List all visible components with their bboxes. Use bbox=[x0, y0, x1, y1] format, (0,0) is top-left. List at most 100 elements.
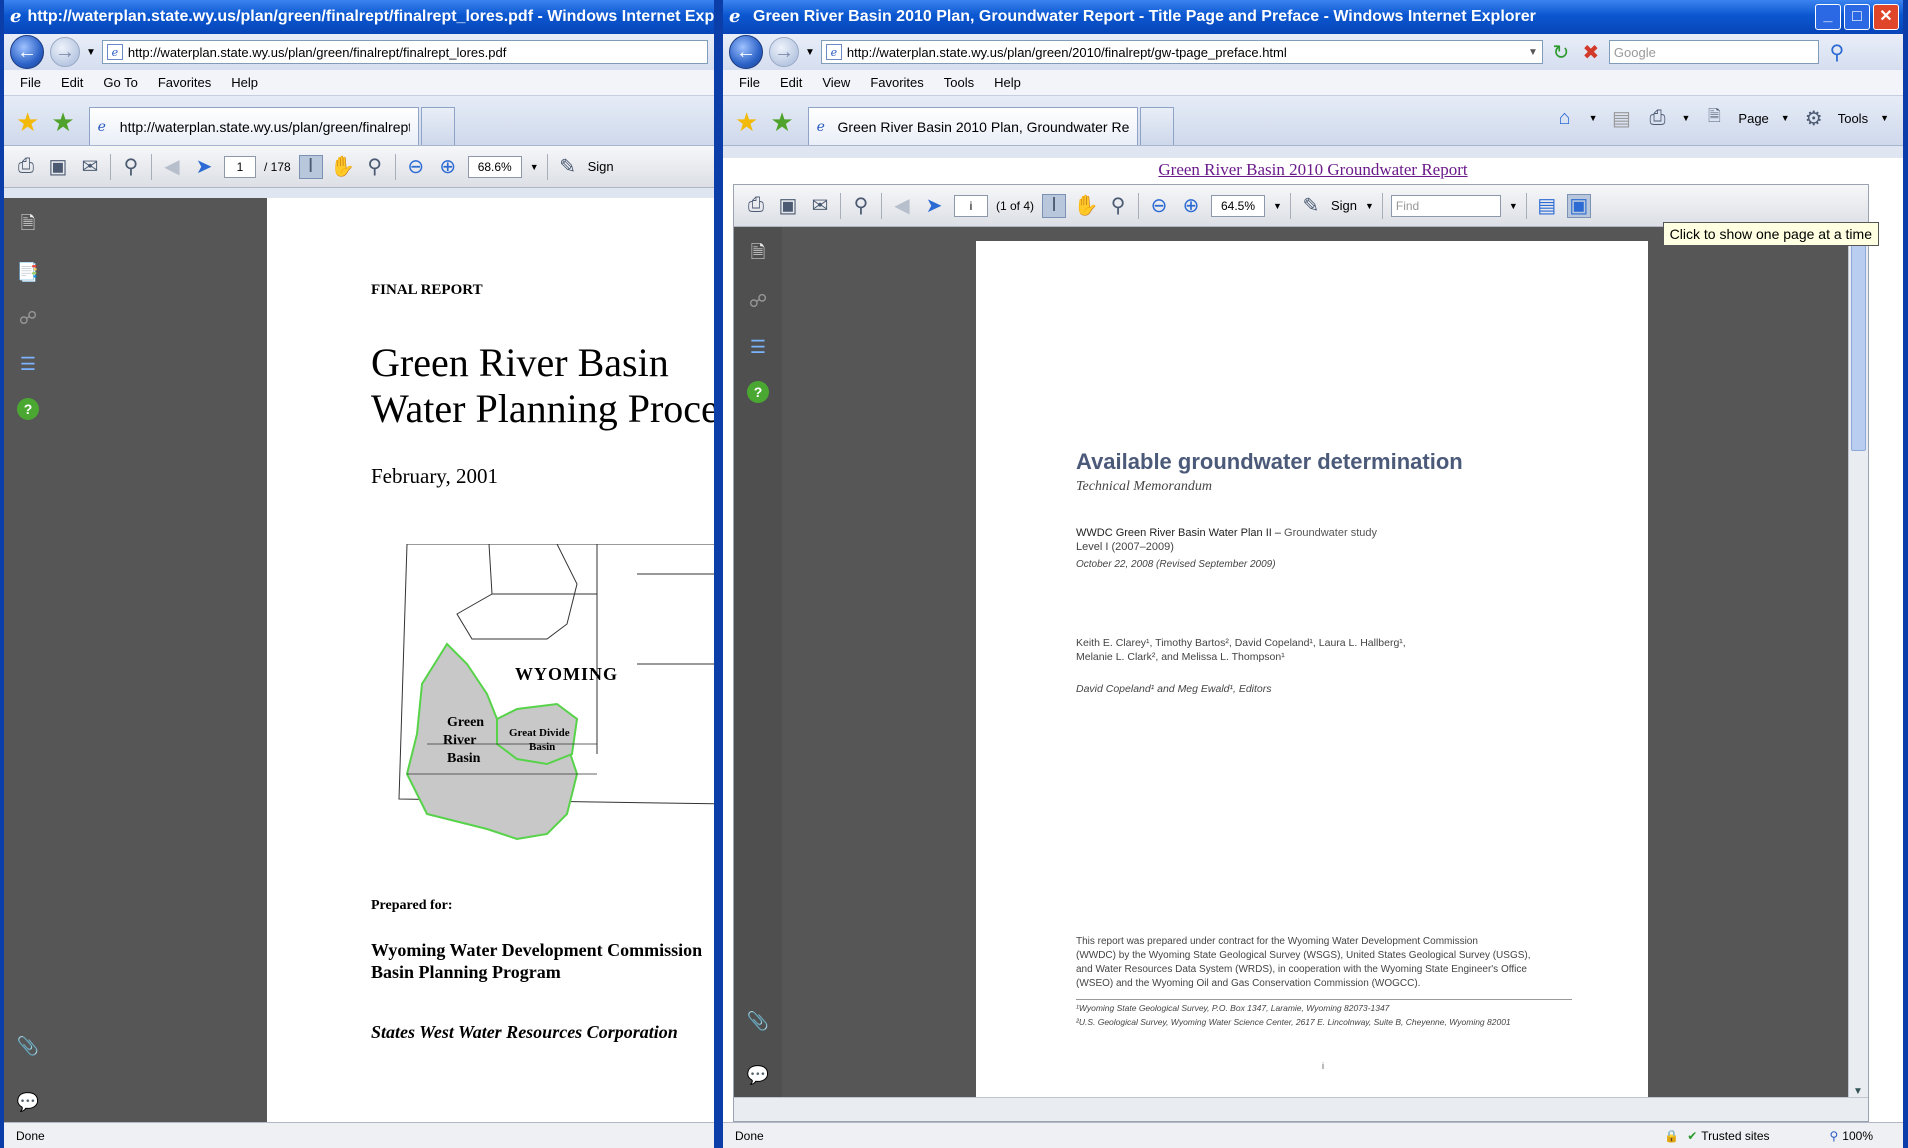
scroll-down-arrow-icon[interactable]: ▼ bbox=[1853, 1086, 1863, 1097]
attachments-icon[interactable]: 📎 bbox=[746, 1009, 770, 1033]
security-zone[interactable]: Trusted sites bbox=[1701, 1129, 1769, 1143]
report-link[interactable]: Green River Basin 2010 Groundwater Repor… bbox=[1158, 160, 1467, 179]
sign-pen-icon[interactable]: ✎ bbox=[556, 155, 580, 179]
menu-goto[interactable]: Go To bbox=[103, 75, 137, 90]
pages-icon[interactable]: 🗎 bbox=[746, 242, 770, 267]
left-active-tab[interactable]: e http://waterplan.state.wy.us/plan/green… bbox=[88, 107, 419, 145]
save-icon[interactable]: ▣ bbox=[46, 155, 70, 179]
minimize-button[interactable]: _ bbox=[1815, 4, 1841, 30]
search-tool-icon[interactable]: ⚲ bbox=[849, 194, 873, 218]
zoom-in-icon[interactable]: ⊕ bbox=[1179, 194, 1203, 218]
back-button[interactable]: ← bbox=[10, 35, 44, 69]
left-url-input[interactable]: e http://waterplan.state.wy.us/plan/green… bbox=[101, 40, 708, 64]
right-page-number-input[interactable]: i bbox=[954, 194, 988, 217]
signatures-icon[interactable]: ☍ bbox=[746, 289, 770, 313]
bookmarks-icon[interactable]: 📑 bbox=[16, 260, 40, 284]
next-page-icon[interactable]: ➤ bbox=[192, 155, 216, 179]
page-menu-button[interactable]: Page bbox=[1738, 111, 1768, 126]
fit-page-icon[interactable]: ▣ bbox=[1566, 193, 1591, 218]
find-input[interactable]: Find bbox=[1390, 194, 1501, 217]
forward-button[interactable]: → bbox=[50, 37, 80, 67]
url-dropdown-icon[interactable]: ▼ bbox=[1528, 47, 1538, 58]
print-dropdown-icon[interactable]: ▼ bbox=[1682, 113, 1691, 123]
page-dropdown-icon[interactable]: ▼ bbox=[1781, 113, 1790, 123]
signatures-icon[interactable]: ☍ bbox=[16, 306, 40, 330]
home-icon[interactable]: ⌂ bbox=[1553, 106, 1577, 130]
layers-icon[interactable]: ☰ bbox=[746, 335, 770, 359]
help-icon[interactable]: ? bbox=[17, 398, 39, 420]
maximize-button[interactable]: □ bbox=[1844, 4, 1870, 30]
print-icon[interactable]: ⎙ bbox=[1646, 106, 1670, 130]
left-sign-button[interactable]: Sign bbox=[588, 159, 614, 174]
menu-file[interactable]: File bbox=[20, 75, 41, 90]
previous-page-icon[interactable]: ◀ bbox=[890, 194, 914, 218]
comments-icon[interactable]: 💬 bbox=[746, 1063, 770, 1087]
add-favorites-icon[interactable]: ★ bbox=[770, 109, 793, 135]
new-tab-button[interactable] bbox=[420, 107, 455, 145]
search-input[interactable]: Google bbox=[1608, 40, 1819, 64]
zoom-tool-icon[interactable]: ⚲ bbox=[363, 155, 387, 179]
forward-button[interactable]: → bbox=[769, 37, 799, 67]
menu-favorites[interactable]: Favorites bbox=[870, 75, 923, 90]
tools-gear-icon[interactable]: ⚙ bbox=[1802, 106, 1826, 130]
menu-favorites[interactable]: Favorites bbox=[158, 75, 211, 90]
tools-dropdown-icon[interactable]: ▼ bbox=[1880, 113, 1889, 123]
left-zoom-input[interactable]: 68.6% bbox=[467, 155, 522, 178]
right-url-input[interactable]: e http://waterplan.state.wy.us/plan/green… bbox=[820, 40, 1543, 64]
new-tab-button[interactable] bbox=[1139, 107, 1174, 145]
zoom-in-icon[interactable]: ⊕ bbox=[436, 155, 460, 179]
home-dropdown-icon[interactable]: ▼ bbox=[1589, 113, 1598, 123]
refresh-icon[interactable]: ↻ bbox=[1549, 40, 1573, 64]
pdf-horizontal-scrollbar[interactable] bbox=[734, 1097, 1868, 1121]
right-active-tab[interactable]: e Green River Basin 2010 Plan, Groundwate… bbox=[807, 107, 1138, 145]
menu-file[interactable]: File bbox=[739, 75, 760, 90]
attachments-icon[interactable]: 📎 bbox=[16, 1034, 40, 1058]
menu-tools[interactable]: Tools bbox=[944, 75, 974, 90]
print-icon[interactable]: ⎙ bbox=[14, 155, 38, 179]
search-tool-icon[interactable]: ⚲ bbox=[119, 155, 143, 179]
zoom-out-icon[interactable]: ⊖ bbox=[1147, 194, 1171, 218]
scrollbar-thumb[interactable] bbox=[1851, 241, 1866, 451]
recent-pages-dropdown[interactable]: ▼ bbox=[805, 47, 815, 58]
menu-help[interactable]: Help bbox=[231, 75, 258, 90]
sign-dropdown-icon[interactable]: ▼ bbox=[1365, 201, 1374, 211]
status-zoom-level[interactable]: 100% bbox=[1842, 1129, 1873, 1143]
menu-edit[interactable]: Edit bbox=[780, 75, 802, 90]
zoom-dropdown-icon[interactable]: ▼ bbox=[1273, 201, 1282, 211]
right-title-bar[interactable]: e Green River Basin 2010 Plan, Groundwate… bbox=[723, 0, 1903, 34]
save-icon[interactable]: ▣ bbox=[776, 194, 800, 218]
hand-tool-icon[interactable]: ✋ bbox=[330, 155, 355, 179]
favorites-star-icon[interactable]: ★ bbox=[16, 109, 39, 135]
fit-width-icon[interactable]: ▤ bbox=[1535, 194, 1559, 218]
left-title-bar[interactable]: e http://waterplan.state.wy.us/plan/green… bbox=[4, 0, 714, 34]
sign-pen-icon[interactable]: ✎ bbox=[1299, 194, 1323, 218]
previous-page-icon[interactable]: ◀ bbox=[160, 155, 184, 179]
email-icon[interactable]: ✉ bbox=[78, 155, 102, 179]
hand-tool-icon[interactable]: ✋ bbox=[1074, 194, 1099, 218]
zoom-tool-icon[interactable]: ⚲ bbox=[1106, 194, 1130, 218]
menu-view[interactable]: View bbox=[822, 75, 850, 90]
menu-help[interactable]: Help bbox=[994, 75, 1021, 90]
pages-icon[interactable]: 🗎 bbox=[16, 213, 40, 238]
print-icon[interactable]: ⎙ bbox=[744, 194, 768, 218]
right-zoom-input[interactable]: 64.5% bbox=[1211, 194, 1266, 217]
right-sign-button[interactable]: Sign bbox=[1331, 198, 1357, 213]
favorites-star-icon[interactable]: ★ bbox=[735, 109, 758, 135]
left-page-number-input[interactable]: 1 bbox=[224, 155, 256, 178]
zoom-dropdown-icon[interactable]: ▼ bbox=[530, 162, 539, 172]
email-icon[interactable]: ✉ bbox=[808, 194, 832, 218]
page-menu-icon[interactable]: 🗎 bbox=[1702, 106, 1726, 130]
layers-icon[interactable]: ☰ bbox=[16, 352, 40, 376]
help-icon[interactable]: ? bbox=[747, 381, 769, 403]
comments-icon[interactable]: 💬 bbox=[16, 1090, 40, 1114]
tools-menu-button[interactable]: Tools bbox=[1838, 111, 1868, 126]
next-page-icon[interactable]: ➤ bbox=[922, 194, 946, 218]
pdf-vertical-scrollbar[interactable]: ▼ bbox=[1848, 227, 1868, 1099]
close-button[interactable]: ✕ bbox=[1873, 4, 1899, 30]
stop-icon[interactable]: ✖ bbox=[1579, 40, 1603, 64]
menu-edit[interactable]: Edit bbox=[61, 75, 83, 90]
zoom-out-icon[interactable]: ⊖ bbox=[404, 155, 428, 179]
search-icon[interactable]: ⚲ bbox=[1825, 40, 1849, 64]
select-tool-icon[interactable]: I bbox=[1042, 193, 1067, 218]
select-tool-icon[interactable]: I bbox=[298, 154, 323, 179]
